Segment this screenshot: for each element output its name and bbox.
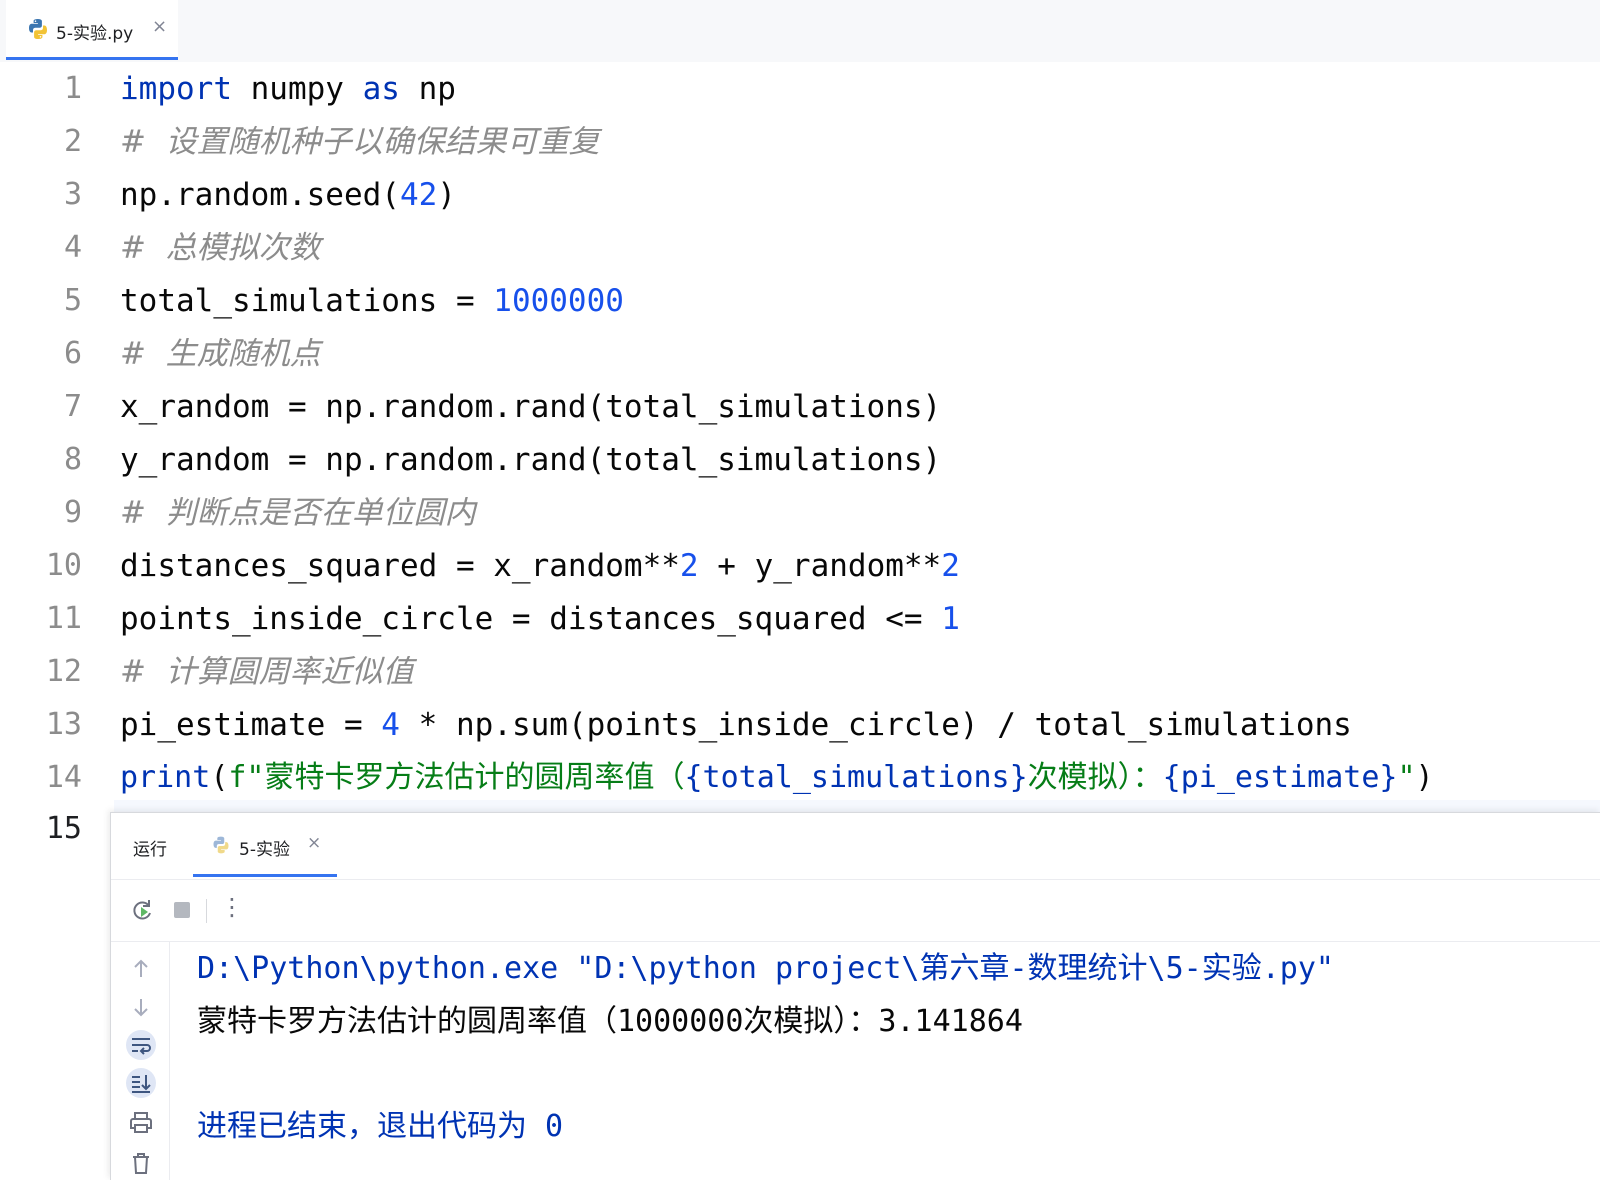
line-number: 14	[45, 760, 82, 795]
line-number: 10	[45, 548, 82, 583]
code-line-9: # 判断点是否在单位圆内	[120, 495, 476, 531]
code-text: np.random.seed(	[120, 177, 400, 213]
close-icon[interactable]: ×	[152, 16, 167, 37]
number-literal: 2	[679, 548, 699, 584]
line-number: 12	[45, 654, 82, 689]
line-number: 11	[45, 601, 82, 636]
console-program-output: 蒙特卡罗方法估计的圆周率值（1000000次模拟）：3.141864	[197, 1004, 1023, 1039]
fstring-expression: {pi_estimate}	[1162, 760, 1398, 795]
line-number: 13	[45, 707, 82, 742]
line-number: 4	[63, 230, 82, 265]
fstring-expression: {total_simulations}	[684, 760, 1028, 795]
line-number-gutter: 1 2 3 4 5 6 7 8 9 10 11 12 13 14 15	[6, 62, 114, 1179]
run-toolbar: ⋮	[111, 879, 1600, 942]
number-literal: 1	[941, 601, 960, 637]
code-line-11: points_inside_circle = distances_squared…	[120, 592, 960, 646]
code-line-2: # 设置随机种子以确保结果可重复	[120, 124, 600, 160]
code-line-10: distances_squared = x_random**2 + y_rand…	[120, 539, 960, 593]
soft-wrap-icon[interactable]	[125, 1029, 157, 1061]
editor-tab-bar: 5-实验.py ×	[0, 0, 1600, 62]
editor-tab-file[interactable]: 5-实验.py ×	[6, 0, 178, 60]
code-line-1: import numpy as np	[120, 62, 456, 116]
line-number: 1	[63, 71, 82, 106]
code-text: )	[1415, 760, 1434, 795]
console-output[interactable]: D:\Python\python.exe "D:\python project\…	[197, 941, 1597, 1180]
builtin-function: print	[120, 760, 211, 795]
run-tab-bar: 运行 5-实验 ×	[111, 813, 1600, 880]
print-icon[interactable]	[125, 1107, 157, 1139]
line-number: 6	[63, 336, 82, 371]
number-literal: 1000000	[493, 283, 624, 319]
line-number-current: 15	[45, 811, 82, 846]
number-literal: 4	[381, 707, 400, 743]
code-line-14: print(f"蒙特卡罗方法估计的圆周率值（{total_simulations…	[120, 751, 1434, 805]
line-number: 7	[63, 389, 82, 424]
code-text: pi_estimate =	[120, 707, 382, 743]
keyword: as	[362, 71, 400, 107]
keyword: import	[120, 71, 232, 107]
code-text: total_simulations =	[120, 283, 494, 319]
line-number: 5	[63, 283, 82, 318]
code-line-12: # 计算圆周率近似值	[120, 654, 414, 690]
line-number: 2	[63, 124, 82, 159]
code-line-4: # 总模拟次数	[120, 230, 321, 266]
code-line-8: y_random = np.random.rand(total_simulati…	[120, 442, 942, 478]
python-icon	[213, 836, 229, 854]
number-literal: 42	[399, 177, 438, 213]
line-number: 9	[63, 495, 82, 530]
more-options-icon[interactable]: ⋮	[219, 893, 245, 921]
code-text: distances_squared = x_random**	[120, 548, 680, 584]
console-side-toolbar	[111, 941, 170, 1180]
code-text: points_inside_circle = distances_squared…	[120, 601, 942, 637]
arrow-up-icon[interactable]	[125, 953, 157, 985]
run-config-tab[interactable]: 5-实验 ×	[193, 813, 337, 877]
python-file-icon	[29, 19, 47, 39]
console-exit-message: 进程已结束，退出代码为 0	[197, 1109, 564, 1144]
string-literal: "	[1397, 760, 1416, 795]
code-text: + y_random**	[698, 548, 942, 584]
code-line-6: # 生成随机点	[120, 336, 321, 372]
delete-icon[interactable]	[125, 1147, 157, 1179]
run-tab-label: 5-实验	[239, 840, 290, 860]
code-text: (	[210, 760, 229, 795]
number-literal: 2	[941, 548, 960, 584]
line-number: 3	[63, 177, 82, 212]
editor-tab-label: 5-实验.py	[56, 24, 134, 44]
code-text: np	[399, 71, 456, 107]
code-text: * np.sum(points_inside_circle) / total_s…	[399, 707, 1352, 743]
code-text: )	[437, 177, 456, 213]
code-text: numpy	[231, 71, 363, 107]
close-icon[interactable]: ×	[307, 833, 321, 853]
code-line-3: np.random.seed(42)	[120, 168, 456, 222]
code-line-13: pi_estimate = 4 * np.sum(points_inside_c…	[120, 698, 1352, 752]
toolbar-divider	[206, 899, 207, 923]
arrow-down-icon[interactable]	[125, 991, 157, 1023]
run-tool-window: 运行 5-实验 × ⋮ D:\Python\python.exe "D:\pyt…	[110, 812, 1600, 1180]
stop-icon[interactable]	[169, 897, 195, 923]
console-command-line: D:\Python\python.exe "D:\python project\…	[197, 951, 1334, 986]
scroll-to-end-icon[interactable]	[125, 1067, 157, 1099]
line-number: 8	[63, 442, 82, 477]
string-literal: f"蒙特卡罗方法估计的圆周率值（	[228, 760, 685, 795]
code-line-5: total_simulations = 1000000	[120, 274, 624, 328]
rerun-icon[interactable]	[129, 897, 155, 923]
string-literal: 次模拟）：	[1027, 760, 1163, 795]
run-panel-title: 运行	[133, 840, 167, 860]
code-line-7: x_random = np.random.rand(total_simulati…	[120, 389, 942, 425]
